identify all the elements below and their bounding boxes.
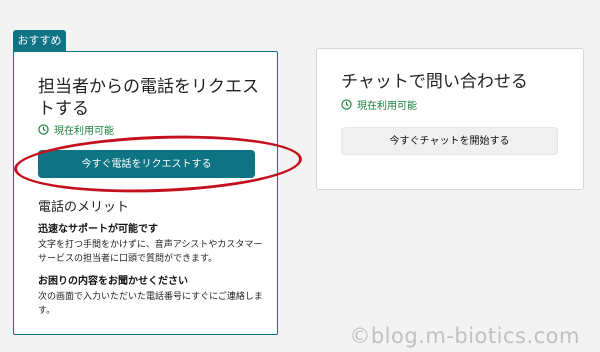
phone-request-card: 担当者からの電話をリクエストする 現在利用可能 今すぐ電話をリクエストする 電話… [13,51,278,335]
benefit-heading: 迅速なサポートが可能です [38,224,158,235]
availability-label: 現在利用可能 [54,126,114,137]
availability-label: 現在利用可能 [357,101,417,112]
benefit-item: お困りの内容をお聞かせください 次の画面で入力いただいた電話番号にすぐにご連絡し… [38,272,266,318]
phone-card-title: 担当者からの電話をリクエストする [38,77,259,119]
watermark: ©blog.m-biotics.com [349,324,580,348]
clock-icon [341,99,352,110]
chat-availability: 現在利用可能 [341,97,417,112]
merit-heading: 電話のメリット [38,200,130,215]
benefit-heading: お困りの内容をお聞かせください [38,276,188,287]
chat-card: チャットで問い合わせる 現在利用可能 今すぐチャットを開始する [316,48,584,190]
benefit-text: 文字を打つ手間をかけずに、音声アシストやカスタマーサービスの担当者に口頭で質問が… [38,240,263,264]
recommended-badge: おすすめ [13,30,66,52]
chat-card-title: チャットで問い合わせる [341,72,528,92]
benefit-text: 次の画面で入力いただいた電話番号にすぐにご連絡します。 [38,292,263,316]
phone-availability: 現在利用可能 [38,122,114,137]
benefit-item: 迅速なサポートが可能です 文字を打つ手間をかけずに、音声アシストやカスタマーサー… [38,220,266,266]
request-call-button[interactable]: 今すぐ電話をリクエストする [38,150,255,178]
start-chat-button[interactable]: 今すぐチャットを開始する [341,127,558,155]
clock-icon [38,124,49,135]
